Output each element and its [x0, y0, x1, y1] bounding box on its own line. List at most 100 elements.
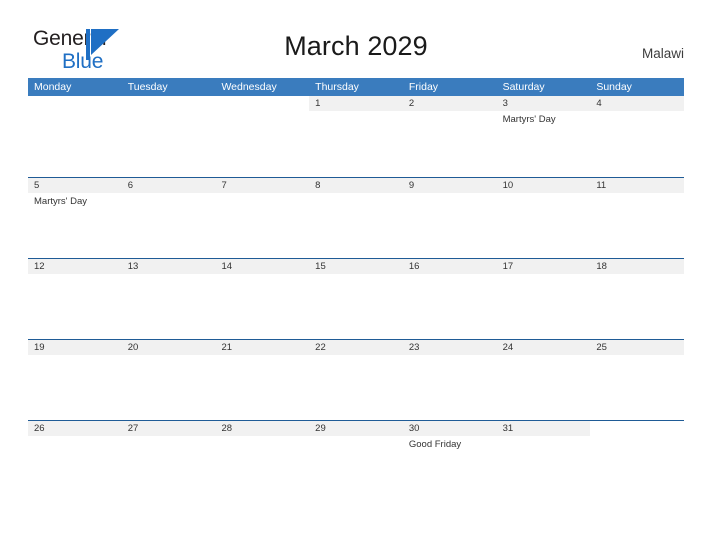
calendar-week-row: 26 27 28 29 30 Good Friday 31 — [28, 420, 685, 501]
calendar-weeks: 1 2 3 Martyrs' Day 4 5 Martyrs' Day 6 7 8 9 10 11 12 1… — [28, 96, 685, 501]
weekday-header-sunday: Sunday — [596, 81, 632, 93]
day-event-area — [215, 274, 309, 277]
weekday-header-monday: Monday — [34, 81, 72, 93]
day-number: 2 — [402, 96, 497, 111]
day-event-area — [28, 111, 122, 114]
day-number: 14 — [215, 259, 310, 274]
calendar-day-cell[interactable]: 6 — [121, 178, 216, 258]
day-event-area — [590, 436, 684, 439]
calendar-day-cell[interactable]: 17 — [496, 259, 591, 339]
calendar-day-cell[interactable]: 22 — [309, 340, 403, 420]
calendar-week-row: 12 13 14 15 16 17 18 — [28, 258, 685, 339]
country-label: Malawi — [641, 46, 684, 61]
calendar-day-cell[interactable]: 4 — [590, 96, 685, 177]
day-event-area — [497, 436, 591, 439]
calendar-day-cell[interactable]: 27 — [121, 421, 216, 501]
day-number: 16 — [402, 259, 497, 274]
calendar-page: General Blue March 2029 Malawi Monday Tu… — [0, 0, 712, 550]
day-event-area — [215, 193, 309, 196]
calendar-day-cell[interactable]: 14 — [215, 259, 310, 339]
day-number: 21 — [215, 340, 310, 355]
holiday-label: Good Friday — [408, 439, 462, 450]
weekday-header-wednesday: Wednesday — [221, 81, 277, 93]
day-number: 9 — [402, 178, 497, 193]
day-event-area — [309, 274, 403, 277]
day-event-area: Martyrs' Day — [497, 111, 591, 126]
calendar-day-cell[interactable]: 16 — [402, 259, 497, 339]
day-number: 17 — [496, 259, 591, 274]
day-event-area — [215, 111, 309, 114]
weekday-header-friday: Friday — [408, 81, 439, 93]
weekday-header-saturday: Saturday — [502, 81, 545, 93]
day-number: 27 — [121, 421, 216, 436]
page-header: General Blue March 2029 Malawi — [0, 0, 712, 78]
weekday-header-thursday: Thursday — [315, 81, 359, 93]
calendar-day-cell[interactable]: 25 — [590, 340, 685, 420]
day-event-area — [403, 355, 497, 358]
day-number: 3 — [496, 96, 591, 111]
day-event-area — [28, 436, 122, 439]
calendar-day-cell[interactable]: 31 — [496, 421, 591, 501]
calendar-day-cell-empty — [121, 96, 216, 177]
calendar-day-cell[interactable]: 7 — [215, 178, 310, 258]
calendar-week-row: 5 Martyrs' Day 6 7 8 9 10 11 — [28, 177, 685, 258]
day-event-area — [215, 436, 309, 439]
calendar-day-cell[interactable]: 18 — [590, 259, 685, 339]
holiday-label: Martyrs' Day — [34, 196, 88, 207]
day-event-area — [309, 355, 403, 358]
calendar-day-cell[interactable]: 3 Martyrs' Day — [496, 96, 591, 177]
calendar-day-cell[interactable]: 12 — [28, 259, 122, 339]
day-event-area — [403, 274, 497, 277]
calendar-day-cell[interactable]: 15 — [309, 259, 403, 339]
calendar-day-cell[interactable]: 1 — [309, 96, 403, 177]
day-number: 11 — [590, 178, 685, 193]
calendar-day-cell[interactable]: 21 — [215, 340, 310, 420]
day-number: 8 — [309, 178, 403, 193]
calendar-day-cell[interactable]: 8 — [309, 178, 403, 258]
calendar-day-cell[interactable]: 13 — [121, 259, 216, 339]
calendar-day-cell[interactable]: 29 — [309, 421, 403, 501]
calendar-day-cell-empty — [215, 96, 310, 177]
day-number: 22 — [309, 340, 403, 355]
calendar-day-cell[interactable]: 10 — [496, 178, 591, 258]
page-title: March 2029 — [284, 31, 428, 61]
holiday-label: Martyrs' Day — [502, 114, 556, 125]
day-event-area — [122, 274, 216, 277]
calendar-day-cell[interactable]: 30 Good Friday — [402, 421, 497, 501]
day-event-area — [28, 355, 122, 358]
day-number: 26 — [28, 421, 122, 436]
day-event-area — [122, 355, 216, 358]
day-number: 30 — [402, 421, 497, 436]
calendar-day-cell[interactable]: 26 — [28, 421, 122, 501]
day-event-area — [590, 274, 684, 277]
calendar-day-cell[interactable]: 2 — [402, 96, 497, 177]
day-event-area — [590, 111, 684, 114]
calendar-day-cell[interactable]: 11 — [590, 178, 685, 258]
day-event-area — [309, 436, 403, 439]
day-event-area — [403, 193, 497, 196]
calendar-day-cell[interactable]: 23 — [402, 340, 497, 420]
day-number — [28, 96, 122, 111]
day-event-area — [122, 111, 216, 114]
day-number: 19 — [28, 340, 122, 355]
calendar-day-cell[interactable]: 28 — [215, 421, 310, 501]
calendar-day-cell[interactable]: 5 Martyrs' Day — [28, 178, 122, 258]
weekday-header-row: Monday Tuesday Wednesday Thursday Friday… — [28, 78, 684, 96]
calendar-day-cell[interactable]: 9 — [402, 178, 497, 258]
calendar-day-cell[interactable]: 20 — [121, 340, 216, 420]
day-number: 20 — [121, 340, 216, 355]
calendar-week-row: 1 2 3 Martyrs' Day 4 — [28, 96, 685, 177]
day-number: 28 — [215, 421, 310, 436]
day-number: 18 — [590, 259, 685, 274]
day-event-area — [122, 193, 216, 196]
day-number — [122, 96, 216, 111]
calendar-day-cell[interactable]: 24 — [496, 340, 591, 420]
day-event-area — [497, 355, 591, 358]
day-number: 7 — [215, 178, 310, 193]
day-event-area — [309, 193, 403, 196]
day-number: 6 — [121, 178, 216, 193]
day-event-area — [590, 193, 684, 196]
day-event-area — [497, 193, 591, 196]
day-event-area — [28, 274, 122, 277]
calendar-day-cell[interactable]: 19 — [28, 340, 122, 420]
